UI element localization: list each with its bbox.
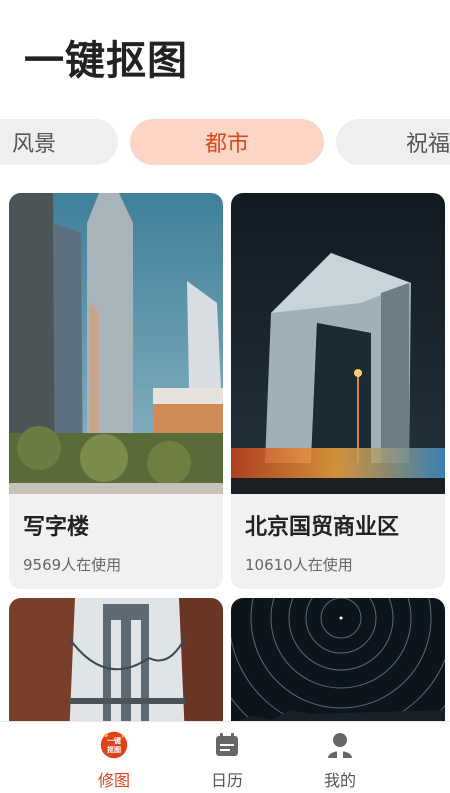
tab-label: 祝福 — [406, 132, 450, 157]
tab-label: 都市 — [204, 132, 249, 157]
template-usage: 9569人在使用 — [23, 556, 122, 574]
category-tabs: 风景 都市 祝福 — [0, 119, 450, 165]
calendar-icon — [212, 730, 242, 760]
template-usage: 10610人在使用 — [245, 556, 353, 574]
cutout-logo-icon: 一键 抠图 — [99, 730, 129, 760]
nav-label: 日历 — [210, 771, 243, 790]
logo-text-top: 一键 — [107, 736, 122, 745]
template-photo — [9, 193, 223, 494]
logo-text-bottom: 抠图 — [107, 745, 121, 754]
user-icon — [325, 730, 355, 760]
nav-label: 修图 — [97, 771, 130, 790]
nav-calendar[interactable]: 日历 — [187, 730, 267, 791]
nav-label: 我的 — [323, 771, 356, 790]
template-name: 写字楼 — [23, 515, 90, 540]
template-card-star-trails[interactable] — [231, 598, 445, 723]
template-card-bridge[interactable] — [9, 598, 223, 723]
template-photo — [231, 598, 445, 723]
tab-scenery[interactable]: 风景 — [0, 119, 118, 165]
template-card-cbd[interactable]: 北京国贸商业区 10610人在使用 — [231, 193, 445, 589]
template-photo — [231, 193, 445, 494]
nav-edit[interactable]: 一键 抠图 修图 — [74, 730, 154, 791]
template-photo — [9, 598, 223, 723]
nav-profile[interactable]: 我的 — [300, 730, 380, 791]
template-name: 北京国贸商业区 — [245, 515, 400, 540]
tab-blessing[interactable]: 祝福 — [336, 119, 450, 165]
tab-label: 风景 — [11, 132, 56, 157]
template-grid: 写字楼 9569人在使用 北京国贸商业区 10610人在使用 — [0, 193, 450, 723]
template-card-office[interactable]: 写字楼 9569人在使用 — [9, 193, 223, 589]
bottom-tab-bar: 一键 抠图 修图 日历 我的 — [0, 721, 450, 793]
page-title: 一键抠图 — [24, 38, 188, 84]
tab-city[interactable]: 都市 — [130, 119, 324, 165]
